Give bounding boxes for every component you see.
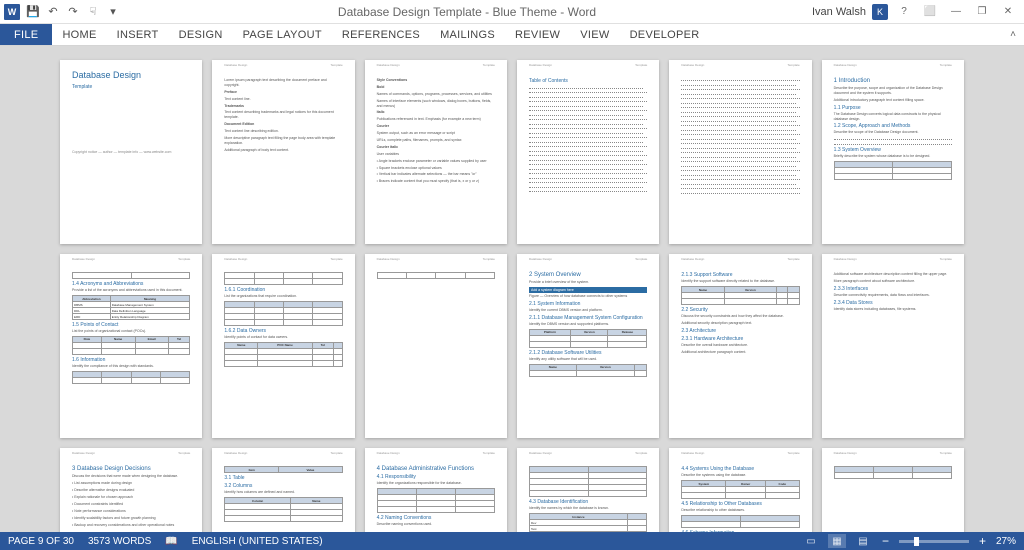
save-button[interactable]: 💾 [24,3,42,21]
subsection-heading: 2.3.3 Interfaces [834,286,952,292]
tab-developer[interactable]: DEVELOPER [620,24,710,45]
section-heading: 2 System Overview [529,272,647,278]
subsection-heading: 2.1.3 Support Software [681,272,799,278]
subsection-heading: 4.3 Database Identification [529,499,647,505]
page-thumbnail[interactable]: Database DesignTemplate 3 Database Desig… [60,448,202,532]
subsection-heading: 1.6.2 Data Owners [224,328,342,334]
word-count[interactable]: 3573 WORDS [88,536,151,547]
qat-customize-button[interactable]: ▾ [104,3,122,21]
document-canvas[interactable]: Database Design Template Copyright notic… [0,46,1024,532]
page-thumbnail[interactable]: Database DesignTemplate [822,448,964,532]
minimize-button[interactable]: — [946,3,966,21]
subsection-heading: 4.6 Schema Information [681,530,799,532]
touch-mode-button[interactable]: ☟ [84,3,102,21]
maximize-button[interactable]: ❐ [972,3,992,21]
page-thumbnail[interactable]: Database DesignTemplate 4.4 Systems Usin… [669,448,811,532]
page-thumbnail[interactable]: Database DesignTemplate Table of Content… [517,60,659,244]
page-thumbnail[interactable]: Database DesignTemplate 4.3 Database Ide… [517,448,659,532]
tab-insert[interactable]: INSERT [107,24,169,45]
subsection-heading: 2.3.1 Hardware Architecture [681,336,799,342]
word-app-icon: W [4,4,20,20]
section-heading: 1 Introduction [834,78,952,84]
redo-button[interactable]: ↷ [64,3,82,21]
status-bar: PAGE 9 OF 30 3573 WORDS 📖 ENGLISH (UNITE… [0,532,1024,550]
subsection-heading: 1.5 Points of Contact [72,322,190,328]
subsection-heading: 4.1 Responsibility [377,474,495,480]
title-bar: W 💾 ↶ ↷ ☟ ▾ Database Design Template - B… [0,0,1024,24]
web-layout-button[interactable]: ▤ [854,534,872,548]
page-thumbnail[interactable]: Database DesignTemplate Additional softw… [822,254,964,438]
tab-mailings[interactable]: MAILINGS [430,24,505,45]
undo-button[interactable]: ↶ [44,3,62,21]
tab-home[interactable]: HOME [52,24,106,45]
ribbon-display-options[interactable]: ⬜ [920,3,940,21]
tab-file[interactable]: FILE [0,24,52,45]
doc-title: Database Design [72,70,190,80]
page-thumbnail[interactable]: Database DesignTemplate ItemValue 3.1 Ta… [212,448,354,532]
quick-access-toolbar: 💾 ↶ ↷ ☟ ▾ [24,3,122,21]
subsection-heading: 1.1 Purpose [834,105,952,111]
read-mode-button[interactable]: ▭ [802,534,820,548]
window-title: Database Design Template - Blue Theme - … [122,5,812,19]
help-button[interactable]: ? [894,3,914,21]
page-thumbnail[interactable]: Database DesignTemplate 2.1.3 Support So… [669,254,811,438]
subsection-heading: 3.1 Table [224,475,342,481]
tab-design[interactable]: DESIGN [169,24,233,45]
zoom-slider[interactable] [899,540,969,543]
subsection-heading: 2.1 System Information [529,301,647,307]
tab-page-layout[interactable]: PAGE LAYOUT [233,24,332,45]
tab-review[interactable]: REVIEW [505,24,570,45]
subsection-heading: 1.2 Scope, Approach and Methods [834,123,952,129]
zoom-in-button[interactable]: + [977,534,988,548]
close-button[interactable]: ✕ [998,3,1018,21]
doc-subtitle: Template [72,84,190,90]
zoom-level[interactable]: 27% [996,536,1016,547]
user-avatar[interactable]: K [872,4,888,20]
toc-heading: Table of Contents [529,78,647,84]
tab-references[interactable]: REFERENCES [332,24,430,45]
subsection-heading: 1.6.1 Coordination [224,287,342,293]
user-name[interactable]: Ivan Walsh [812,6,866,18]
language-indicator[interactable]: ENGLISH (UNITED STATES) [192,536,323,547]
subsection-heading: 3.2 Columns [224,483,342,489]
subsection-heading: 4.4 Systems Using the Database [681,466,799,472]
page-thumbnails-grid: Database Design Template Copyright notic… [60,60,964,532]
subsection-heading: 1.3 System Overview [834,147,952,153]
subsection-heading: 2.3.4 Data Stores [834,300,952,306]
subsection-heading: 4.5 Relationship to Other Databases [681,501,799,507]
ribbon-tabs: FILE HOME INSERT DESIGN PAGE LAYOUT REFE… [0,24,1024,46]
page-indicator[interactable]: PAGE 9 OF 30 [8,536,74,547]
collapse-ribbon-button[interactable]: ˄ [1002,24,1024,45]
page-thumbnail[interactable]: Database DesignTemplate [365,254,507,438]
page-thumbnail[interactable]: Database Design Template Copyright notic… [60,60,202,244]
page-thumbnail[interactable]: Database DesignTemplate 1.6.1 Coordinati… [212,254,354,438]
page-thumbnail[interactable]: Database DesignTemplate [669,60,811,244]
zoom-out-button[interactable]: − [880,534,891,548]
page-thumbnail[interactable]: Database DesignTemplate 4 Database Admin… [365,448,507,532]
page-thumbnail[interactable]: Database DesignTemplate Lorem ipsum para… [212,60,354,244]
page-thumbnail[interactable]: Database DesignTemplate 1.4 Acronyms and… [60,254,202,438]
subsection-heading: 1.4 Acronyms and Abbreviations [72,281,190,287]
page-thumbnail[interactable]: Database DesignTemplate Style Convention… [365,60,507,244]
spell-check-icon[interactable]: 📖 [165,536,177,547]
tab-view[interactable]: VIEW [570,24,619,45]
subsection-heading: 2.1.1 Database Management System Configu… [529,315,647,321]
page-thumbnail[interactable]: Database DesignTemplate 1 Introduction D… [822,60,964,244]
section-heading: 3 Database Design Decisions [72,466,190,472]
subsection-heading: 1.6 Information [72,357,190,363]
subsection-heading: 4.2 Naming Conventions [377,515,495,521]
section-heading: 4 Database Administrative Functions [377,466,495,472]
subsection-heading: 2.3 Architecture [681,328,799,334]
print-layout-button[interactable]: ▦ [828,534,846,548]
subsection-heading: 2.2 Security [681,307,799,313]
subsection-heading: 2.1.2 Database Software Utilities [529,350,647,356]
page-thumbnail[interactable]: Database DesignTemplate 2 System Overvie… [517,254,659,438]
